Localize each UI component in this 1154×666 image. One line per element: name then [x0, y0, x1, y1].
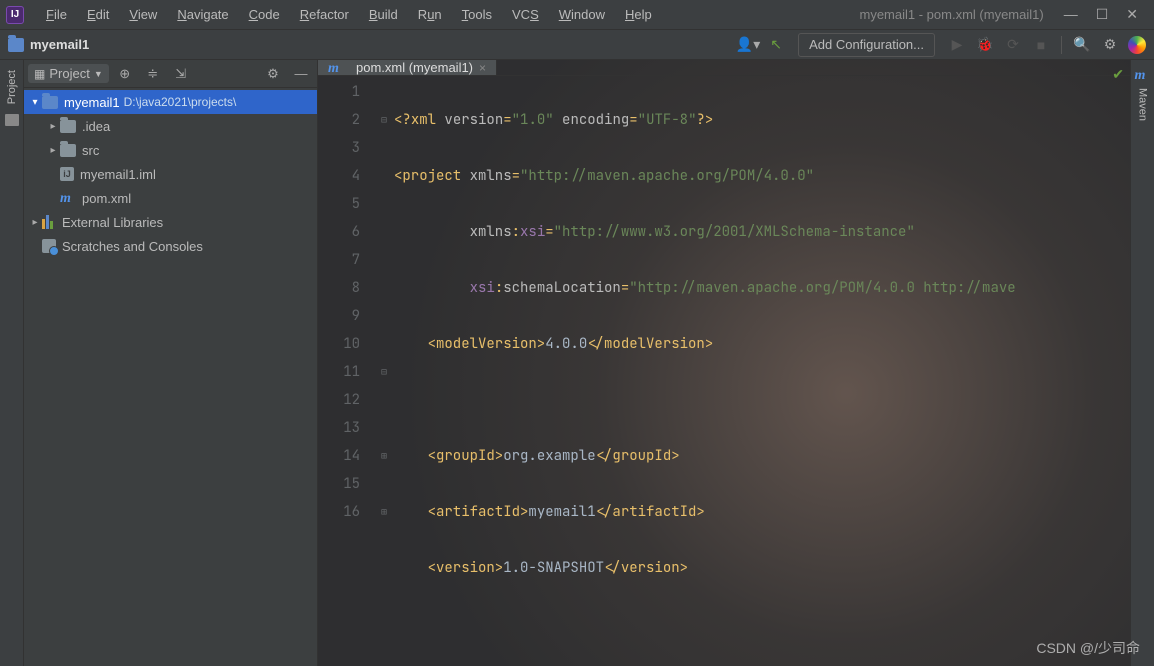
- menu-code[interactable]: Code: [239, 0, 290, 29]
- line-gutter: 1234 5678 9101112 13141516: [318, 76, 374, 666]
- sidebar-settings-icon[interactable]: ⚙: [261, 66, 285, 82]
- structure-rail-icon[interactable]: [5, 114, 19, 126]
- settings-gear-icon[interactable]: ⚙: [1096, 32, 1124, 58]
- tree-item-label: .idea: [82, 119, 110, 134]
- menubar: IJ File Edit View Navigate Code Refactor…: [0, 0, 1154, 30]
- tree-item-label: src: [82, 143, 99, 158]
- tree-root-path: D:\java2021\projects\: [124, 95, 237, 109]
- project-view-label: Project: [49, 66, 89, 81]
- toolbox-icon[interactable]: [1128, 36, 1146, 54]
- add-configuration-button[interactable]: Add Configuration...: [798, 33, 935, 57]
- right-tool-rail: m Maven: [1130, 60, 1154, 666]
- collapse-all-icon[interactable]: ⇲: [169, 66, 193, 82]
- hide-sidebar-icon[interactable]: —: [289, 66, 313, 81]
- stop-icon[interactable]: ■: [1027, 32, 1055, 58]
- inspection-ok-icon[interactable]: ✔: [1112, 66, 1124, 83]
- breadcrumb[interactable]: myemail1: [30, 37, 89, 52]
- project-sidebar: ▦ Project ▼ ⊕ ≑ ⇲ ⚙ — ▾ myemail1 D:\java…: [24, 60, 318, 666]
- tree-scratches[interactable]: Scratches and Consoles: [24, 234, 317, 258]
- maven-file-icon: m: [328, 61, 344, 75]
- menu-edit[interactable]: Edit: [77, 0, 119, 29]
- menu-vcs[interactable]: VCS: [502, 0, 549, 29]
- debug-icon[interactable]: 🐞: [971, 32, 999, 58]
- rail-project-tab[interactable]: Project: [6, 70, 18, 104]
- user-icon[interactable]: 👤▾: [734, 32, 762, 58]
- add-configuration-label: Add Configuration...: [809, 37, 924, 52]
- project-tree: ▾ myemail1 D:\java2021\projects\ ▸ .idea…: [24, 88, 317, 666]
- tree-item-label: pom.xml: [82, 191, 131, 206]
- menu-view[interactable]: View: [119, 0, 167, 29]
- code-text[interactable]: <?xml version="1.0" encoding="UTF-8"?> <…: [394, 76, 1130, 666]
- menu-build[interactable]: Build: [359, 0, 408, 29]
- tree-item-label: Scratches and Consoles: [62, 239, 203, 254]
- scratches-icon: [42, 239, 56, 253]
- sidebar-header: ▦ Project ▼ ⊕ ≑ ⇲ ⚙ —: [24, 60, 317, 88]
- maximize-icon[interactable]: ☐: [1096, 6, 1109, 23]
- tree-item-label: External Libraries: [62, 215, 163, 230]
- tab-label: pom.xml (myemail1): [356, 60, 473, 75]
- menu-refactor[interactable]: Refactor: [290, 0, 359, 29]
- coverage-icon[interactable]: ⟳: [999, 32, 1027, 58]
- rail-maven-tab[interactable]: Maven: [1137, 88, 1149, 121]
- tree-item-src[interactable]: ▸ src: [24, 138, 317, 162]
- select-opened-file-icon[interactable]: ⊕: [113, 66, 137, 82]
- maven-file-icon: m: [60, 191, 76, 205]
- menu-run[interactable]: Run: [408, 0, 452, 29]
- main-area: Project ▦ Project ▼ ⊕ ≑ ⇲ ⚙ — ▾ myemail1…: [0, 60, 1154, 666]
- code-area[interactable]: 1234 5678 9101112 13141516 ⊟⊟⊞⊞ <?xml ve…: [318, 76, 1130, 666]
- tree-item-iml[interactable]: iJ myemail1.iml: [24, 162, 317, 186]
- close-icon[interactable]: ✕: [1126, 6, 1138, 23]
- tree-item-pom[interactable]: m pom.xml: [24, 186, 317, 210]
- iml-file-icon: iJ: [60, 167, 74, 181]
- fold-column[interactable]: ⊟⊟⊞⊞: [374, 76, 394, 666]
- navigation-bar: myemail1 👤▾ ↖ Add Configuration... ▶ 🐞 ⟳…: [0, 30, 1154, 60]
- menu-file[interactable]: File: [36, 0, 77, 29]
- tree-item-idea[interactable]: ▸ .idea: [24, 114, 317, 138]
- tree-item-label: myemail1.iml: [80, 167, 156, 182]
- run-icon[interactable]: ▶: [943, 32, 971, 58]
- app-logo-icon: IJ: [6, 6, 24, 24]
- tree-root-label: myemail1: [64, 95, 120, 110]
- tab-pom-xml[interactable]: m pom.xml (myemail1) ×: [318, 60, 497, 75]
- tree-root[interactable]: ▾ myemail1 D:\java2021\projects\: [24, 90, 317, 114]
- breadcrumb-folder-icon: [8, 38, 24, 52]
- folder-icon: [42, 96, 58, 109]
- search-icon[interactable]: 🔍: [1068, 32, 1096, 58]
- maven-rail-icon[interactable]: m: [1135, 68, 1151, 82]
- libraries-icon: [42, 215, 56, 229]
- left-tool-rail: Project: [0, 60, 24, 666]
- build-hammer-icon[interactable]: ↖: [762, 32, 790, 58]
- expand-all-icon[interactable]: ≑: [141, 66, 165, 82]
- tab-close-icon[interactable]: ×: [479, 61, 486, 75]
- minimize-icon[interactable]: —: [1064, 6, 1078, 23]
- project-view-selector[interactable]: ▦ Project ▼: [28, 64, 109, 83]
- menu-window[interactable]: Window: [549, 0, 615, 29]
- folder-icon: [60, 120, 76, 133]
- window-title: myemail1 - pom.xml (myemail1): [860, 7, 1044, 22]
- editor-tabs: m pom.xml (myemail1) ×: [318, 60, 1130, 76]
- menu-navigate[interactable]: Navigate: [167, 0, 238, 29]
- window-controls: — ☐ ✕: [1064, 6, 1148, 23]
- menu-help[interactable]: Help: [615, 0, 662, 29]
- menu-tools[interactable]: Tools: [452, 0, 502, 29]
- folder-icon: [60, 144, 76, 157]
- editor: ✔ m pom.xml (myemail1) × 1234 5678 91011…: [318, 60, 1130, 666]
- tree-external-libs[interactable]: ▸ External Libraries: [24, 210, 317, 234]
